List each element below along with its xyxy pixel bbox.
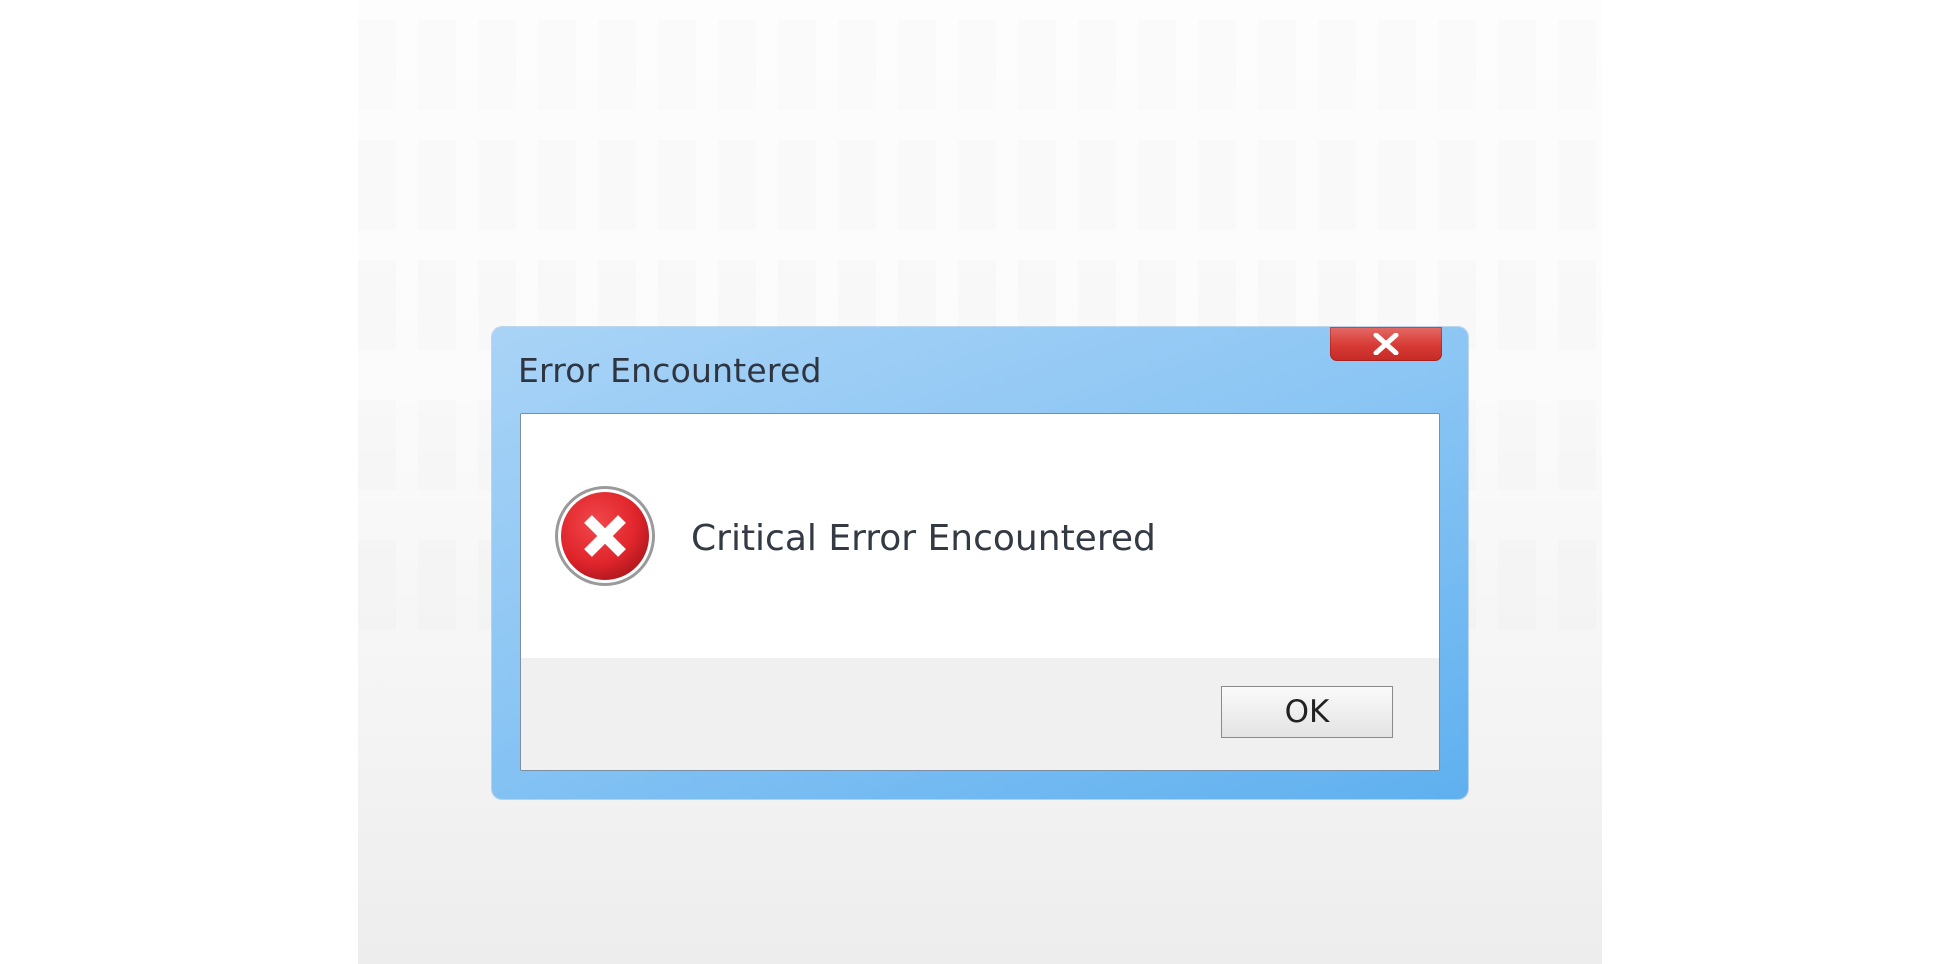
screen: Error Encountered Critical Error Encount…: [0, 0, 1960, 964]
button-bar: OK: [521, 658, 1439, 770]
dialog-title: Error Encountered: [518, 351, 822, 390]
background-texture: [358, 20, 1602, 110]
close-x-icon: [1373, 333, 1399, 355]
dialog-content: Critical Error Encountered OK: [520, 413, 1440, 771]
error-x-circle-icon: [555, 486, 655, 586]
error-dialog: Error Encountered Critical Error Encount…: [492, 327, 1468, 799]
close-button[interactable]: [1330, 327, 1442, 361]
ok-button[interactable]: OK: [1221, 686, 1393, 738]
message-area: Critical Error Encountered: [521, 414, 1439, 658]
error-message: Critical Error Encountered: [691, 518, 1156, 559]
background-texture: [358, 140, 1602, 230]
